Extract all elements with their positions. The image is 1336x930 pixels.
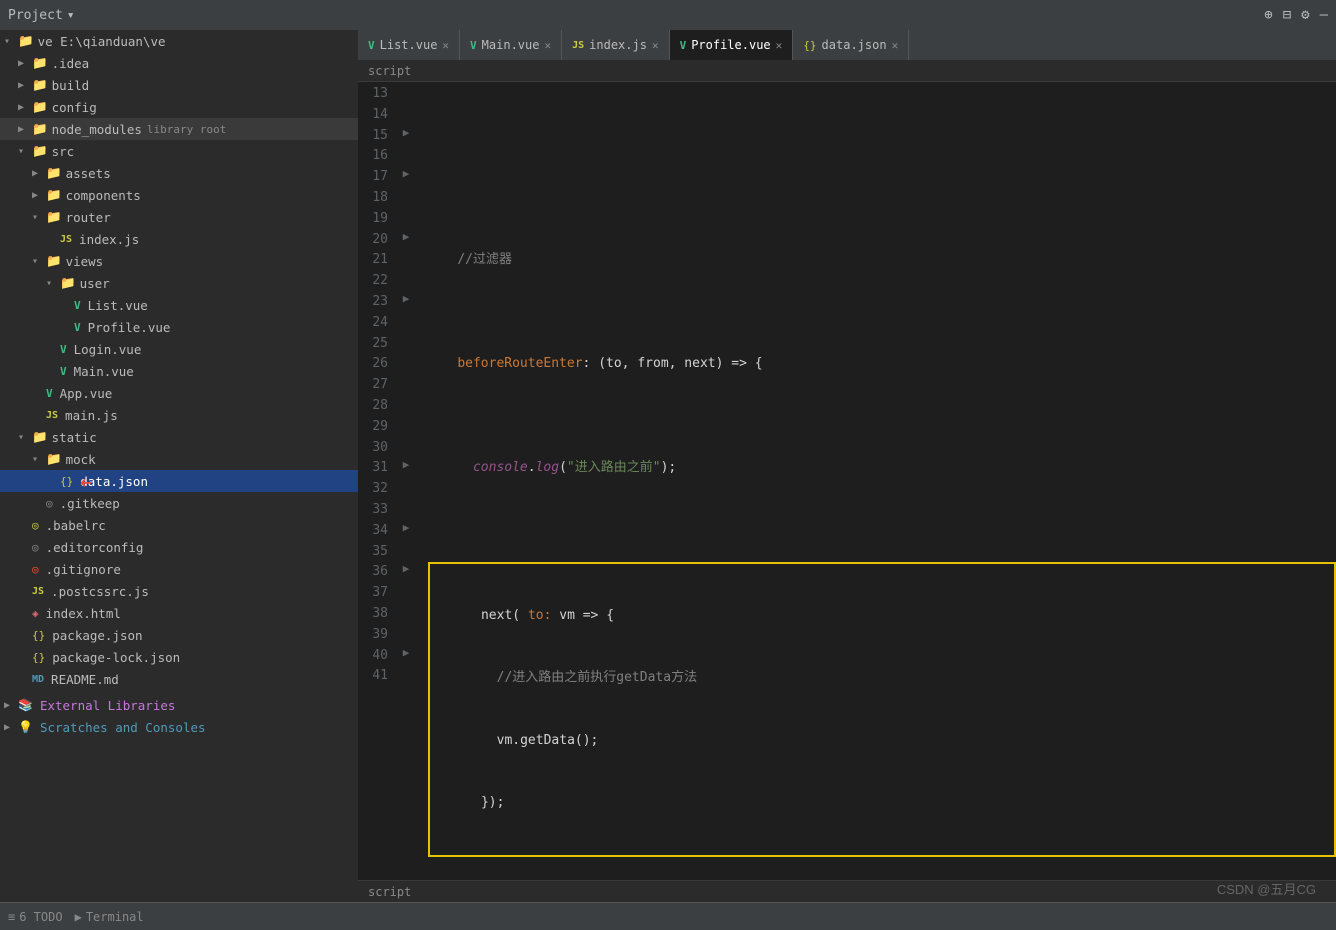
- sidebar-item-router[interactable]: ▾ 📁 router: [0, 206, 358, 228]
- sidebar-item-mock[interactable]: ▾ 📁 mock: [0, 448, 358, 470]
- tab-list-vue[interactable]: V List.vue ✕: [358, 30, 460, 60]
- code-line-18: //进入路由之前执行getData方法: [434, 668, 1330, 689]
- sidebar-item-views[interactable]: ▾ 📁 views: [0, 250, 358, 272]
- highlight-box-1: next( to: vm => { //进入路由之前执行getData方法 vm…: [428, 562, 1336, 857]
- tab-index-js[interactable]: JS index.js ✕: [562, 30, 669, 60]
- minimize-icon[interactable]: —: [1320, 7, 1328, 23]
- sidebar-item-postcssrc[interactable]: ▶ JS .postcssrc.js: [0, 580, 358, 602]
- tab-main-vue[interactable]: V Main.vue ✕: [460, 30, 562, 60]
- editor-area: V List.vue ✕ V Main.vue ✕ JS index.js ✕ …: [358, 30, 1336, 902]
- sidebar-item-external-libs[interactable]: ▶ 📚 External Libraries: [0, 694, 358, 716]
- settings-icon[interactable]: ⚙: [1301, 7, 1309, 23]
- code-line-15: beforeRouteEnter: (to, from, next) => {: [426, 354, 1336, 375]
- bottom-breadcrumb: script: [358, 880, 1336, 902]
- sidebar-item-config[interactable]: ▶ 📁 config: [0, 96, 358, 118]
- code-container[interactable]: 13 14 15 16 17 18 19 20 21 22 23 24 25 2…: [358, 82, 1336, 880]
- sidebar-item-profile-vue[interactable]: ▶ V Profile.vue: [0, 316, 358, 338]
- sidebar-item-ve[interactable]: ▾ 📁 ve E:\qianduan\ve: [0, 30, 358, 52]
- bottom-toolbar: ≡ 6 TODO ▶ Terminal: [0, 902, 1336, 930]
- sidebar-item-assets[interactable]: ▶ 📁 assets: [0, 162, 358, 184]
- breadcrumb-text: script: [368, 64, 411, 78]
- sidebar-item-login-vue[interactable]: ▶ V Login.vue: [0, 338, 358, 360]
- sidebar-item-gitkeep[interactable]: ▶ ◎ .gitkeep: [0, 492, 358, 514]
- sidebar-item-src[interactable]: ▾ 📁 src: [0, 140, 358, 162]
- sidebar-item-router-index[interactable]: ▶ JS index.js: [0, 228, 358, 250]
- sidebar-item-main-vue[interactable]: ▶ V Main.vue: [0, 360, 358, 382]
- tab-bar: V List.vue ✕ V Main.vue ✕ JS index.js ✕ …: [358, 30, 1336, 60]
- tab-close-profile[interactable]: ✕: [776, 39, 783, 52]
- tab-close-index[interactable]: ✕: [652, 39, 659, 52]
- sidebar-item-components[interactable]: ▶ 📁 components: [0, 184, 358, 206]
- sidebar-item-node-modules[interactable]: ▶ 📁 node_modules library root: [0, 118, 358, 140]
- sidebar-item-package-json[interactable]: ▶ {} package.json: [0, 624, 358, 646]
- sidebar-item-app-vue[interactable]: ▶ V App.vue: [0, 382, 358, 404]
- tab-close-main[interactable]: ✕: [544, 39, 551, 52]
- code-line-20: });: [434, 793, 1330, 814]
- breadcrumb: script: [358, 60, 1336, 82]
- code-line-17: next( to: vm => {: [434, 606, 1330, 627]
- sidebar-item-index-html[interactable]: ▶ ◈ index.html: [0, 602, 358, 624]
- code-line-14: //过滤器: [426, 250, 1336, 271]
- code-line-13: [426, 146, 1336, 167]
- sidebar-item-main-js[interactable]: ▶ JS main.js: [0, 404, 358, 426]
- sidebar-item-list-vue[interactable]: ▶ V List.vue: [0, 294, 358, 316]
- sidebar-item-editorconfig[interactable]: ▶ ◎ .editorconfig: [0, 536, 358, 558]
- split-icon[interactable]: ⊟: [1283, 7, 1291, 23]
- sidebar-item-user[interactable]: ▾ 📁 user: [0, 272, 358, 294]
- todo-label[interactable]: ≡ 6 TODO: [8, 910, 63, 924]
- terminal-label[interactable]: ▶ Terminal: [75, 910, 144, 924]
- tab-close-data[interactable]: ✕: [892, 39, 899, 52]
- code-line-16: console.log("进入路由之前");: [426, 458, 1336, 479]
- tab-data-json[interactable]: {} data.json ✕: [793, 30, 909, 60]
- sidebar-item-idea[interactable]: ▶ 📁 .idea: [0, 52, 358, 74]
- main-layout: ▾ 📁 ve E:\qianduan\ve ▶ 📁 .idea ▶ 📁 buil…: [0, 30, 1336, 902]
- add-icon[interactable]: ⊕: [1264, 7, 1272, 23]
- code-line-19: vm.getData();: [434, 731, 1330, 752]
- line-numbers: 13 14 15 16 17 18 19 20 21 22 23 24 25 2…: [358, 82, 396, 870]
- code-content[interactable]: //过滤器 beforeRouteEnter: (to, from, next)…: [416, 82, 1336, 870]
- sidebar-item-static[interactable]: ▾ 📁 static: [0, 426, 358, 448]
- project-dropdown-icon[interactable]: ▾: [67, 8, 75, 23]
- title-bar: Project ▾ ⊕ ⊟ ⚙ —: [0, 0, 1336, 30]
- sidebar-item-babelrc[interactable]: ▶ ◎ .babelrc: [0, 514, 358, 536]
- sidebar-item-data-json[interactable]: ▶ {} data.json ➜: [0, 470, 358, 492]
- sidebar-item-build[interactable]: ▶ 📁 build: [0, 74, 358, 96]
- project-label: Project ▾: [8, 8, 75, 23]
- sidebar-item-scratches[interactable]: ▶ 💡 Scratches and Consoles: [0, 716, 358, 738]
- tab-profile-vue[interactable]: V Profile.vue ✕: [670, 30, 794, 60]
- gutter: ▶ ▶ ▶ ▶ ▶ ▶ ▶: [396, 82, 416, 870]
- sidebar-item-gitignore[interactable]: ▶ ◎ .gitignore: [0, 558, 358, 580]
- sidebar-item-readme[interactable]: ▶ MD README.md: [0, 668, 358, 690]
- watermark: CSDN @五月CG: [1217, 879, 1316, 898]
- tab-close-list[interactable]: ✕: [442, 39, 449, 52]
- sidebar-item-package-lock[interactable]: ▶ {} package-lock.json: [0, 646, 358, 668]
- sidebar: ▾ 📁 ve E:\qianduan\ve ▶ 📁 .idea ▶ 📁 buil…: [0, 30, 358, 902]
